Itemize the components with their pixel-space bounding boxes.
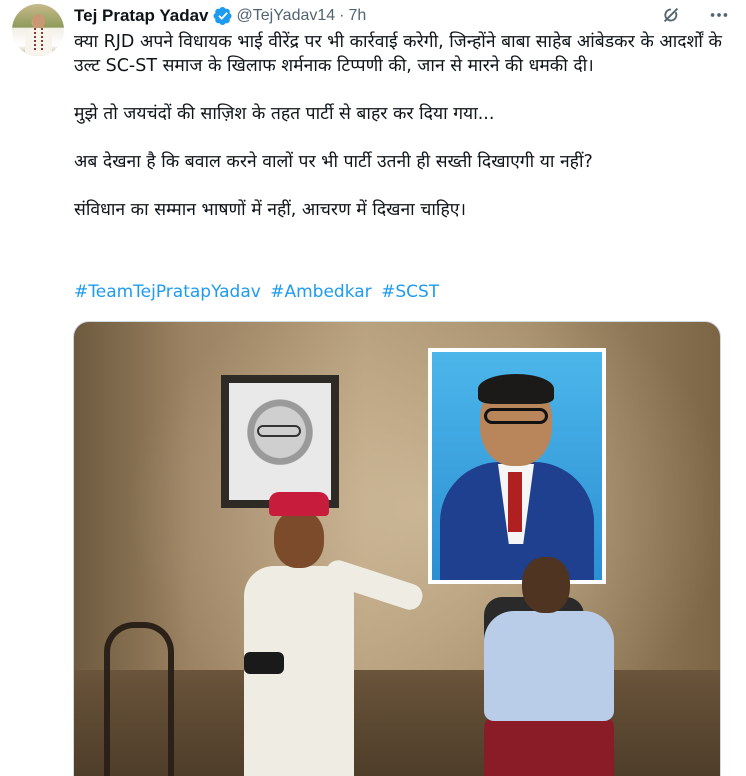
- tweet-paragraph: अब देखना है कि बवाल करने वालों पर भी पार…: [74, 152, 593, 172]
- hashtag-list: #TeamTejPratapYadav #Ambedkar #SCST: [74, 282, 443, 302]
- hashtag-link[interactable]: #TeamTejPratapYadav: [74, 282, 261, 302]
- avatar-face: [32, 14, 45, 29]
- avatar[interactable]: [12, 4, 64, 56]
- author-name[interactable]: Tej Pratap Yadav: [74, 6, 209, 26]
- man-in-kurta: [174, 492, 426, 776]
- header-actions: [660, 4, 730, 26]
- author-handle[interactable]: @TejYadav14: [237, 7, 336, 25]
- tweet-time[interactable]: 7h: [349, 7, 367, 25]
- avatar-beads: [34, 28, 43, 50]
- ambedkar-portrait: [428, 348, 606, 584]
- tweet-text: क्या RJD अपने विधायक भाई वीरेंद्र पर भी …: [74, 30, 724, 246]
- tweet: Tej Pratap Yadav @TejYadav14 · 7h क्या R…: [0, 0, 746, 776]
- tweet-paragraph: क्या RJD अपने विधायक भाई वीरेंद्र पर भी …: [74, 32, 722, 76]
- more-icon[interactable]: [708, 4, 730, 26]
- tweet-paragraph: मुझे तो जयचंदों की साज़िश के तहत पार्टी …: [74, 104, 495, 124]
- tweet-media-image[interactable]: [73, 321, 721, 776]
- grok-icon[interactable]: [660, 4, 682, 26]
- gandhi-portrait: [221, 375, 339, 508]
- chair-left: [104, 622, 174, 776]
- verified-badge-icon: [213, 7, 232, 25]
- tweet-paragraph: संविधान का सम्मान भाषणों में नहीं, आचरण …: [74, 200, 467, 220]
- separator-dot: ·: [339, 7, 345, 24]
- hashtag-link[interactable]: #Ambedkar: [270, 282, 371, 302]
- seated-man: [474, 557, 624, 776]
- hashtag-link[interactable]: #SCST: [381, 282, 439, 302]
- tweet-header: Tej Pratap Yadav @TejYadav14 · 7h: [74, 4, 730, 28]
